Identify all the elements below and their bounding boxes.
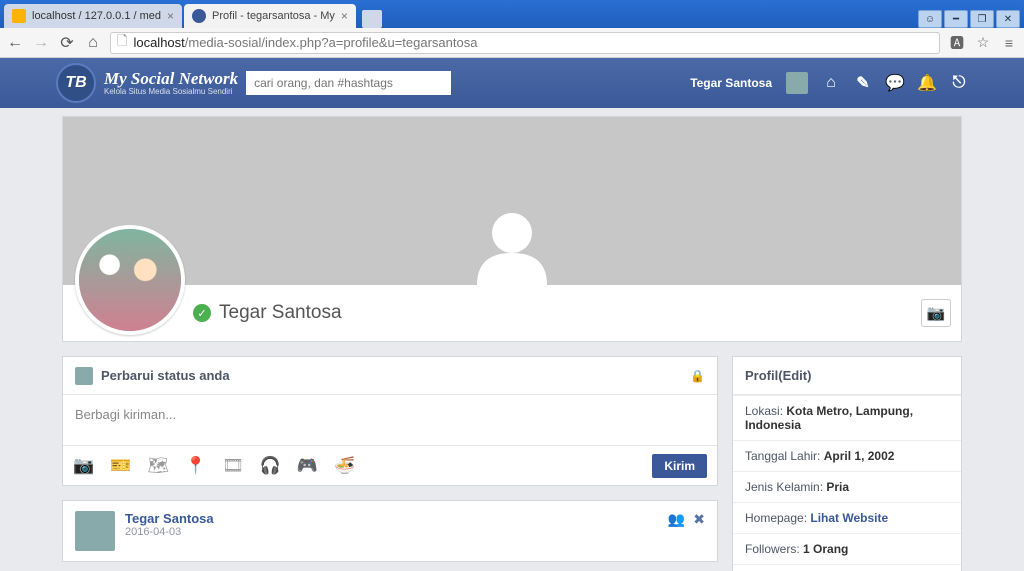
compose-textarea[interactable]: Berbagi kiriman... [63, 395, 717, 445]
change-cover-button[interactable]: 📷 [921, 299, 951, 327]
page: TB My Social Network Kelola Situs Media … [0, 58, 1024, 571]
tab-title: Profil - tegarsantosa - My [212, 10, 335, 22]
info-row-homepage: Homepage: Lihat Website [733, 502, 961, 533]
info-row-facebook: Facebook: Lihat Profil [733, 564, 961, 571]
food-icon[interactable]: 🍜 [334, 456, 355, 476]
compose-avatar [75, 367, 93, 385]
profile-info-card: Profil (Edit) Lokasi: Kota Metro, Lampun… [732, 356, 962, 571]
site-logo[interactable]: TB My Social Network Kelola Situs Media … [56, 63, 238, 103]
ticket-icon[interactable]: 🎫 [110, 456, 131, 476]
info-row-location: Lokasi: Kota Metro, Lampung, Indonesia [733, 395, 961, 440]
post-date: 2016-04-03 [125, 526, 214, 538]
post-author[interactable]: Tegar Santosa [125, 511, 214, 526]
info-row-gender: Jenis Kelamin: Pria [733, 471, 961, 502]
info-row-followers: Followers: 1 Orang [733, 533, 961, 564]
label: Jenis Kelamin: [745, 480, 826, 494]
home-icon[interactable]: ⌂ [822, 74, 840, 92]
back-button[interactable]: ← [6, 34, 24, 52]
menu-icon[interactable]: ≡ [1000, 34, 1018, 52]
info-row-birthdate: Tanggal Lahir: April 1, 2002 [733, 440, 961, 471]
label: Tanggal Lahir: [745, 449, 824, 463]
map-icon[interactable]: 🗺 [147, 456, 169, 476]
video-icon[interactable]: 🎞 [222, 456, 244, 476]
profile-display-name: Tegar Santosa [219, 302, 342, 324]
privacy-lock-icon[interactable]: 🔒 [690, 369, 705, 383]
photo-icon[interactable]: 📷 [73, 456, 94, 476]
compose-title: Perbarui status anda [101, 368, 230, 383]
address-bar[interactable]: 🗋 localhost/media-sosial/index.php?a=pro… [110, 32, 940, 54]
browser-tab-pma[interactable]: localhost / 127.0.0.1 / med × [4, 4, 182, 28]
messages-icon[interactable]: 💬 [886, 74, 904, 92]
compose-card: Perbarui status anda 🔒 Berbagi kiriman..… [62, 356, 718, 486]
homepage-link[interactable]: Lihat Website [810, 511, 888, 525]
brand-name: My Social Network [104, 70, 238, 87]
value: Pria [826, 480, 849, 494]
logo-icon: TB [56, 63, 96, 103]
browser-toolbar: ← → ⟳ ⌂ 🗋 localhost/media-sosial/index.p… [0, 28, 1024, 58]
user-icon[interactable]: ☺ [918, 10, 942, 28]
camera-icon: 📷 [927, 304, 946, 322]
new-tab-button[interactable] [362, 10, 382, 28]
logout-icon[interactable]: ⎋ [950, 74, 968, 92]
cover-photo[interactable] [63, 117, 961, 285]
brand-sub: Kelola Situs Media Sosialmu Sendiri [104, 87, 238, 96]
search-input[interactable] [246, 71, 451, 95]
label: Followers: [745, 542, 803, 556]
post-avatar[interactable] [75, 511, 115, 551]
location-pin-icon[interactable]: 📍 [185, 456, 206, 476]
browser-tab-active[interactable]: Profil - tegarsantosa - My × [184, 4, 356, 28]
music-icon[interactable]: 🎧 [260, 456, 281, 476]
browser-tabstrip: localhost / 127.0.0.1 / med × Profil - t… [0, 0, 1024, 28]
favicon-msn [192, 9, 206, 23]
send-button[interactable]: Kirim [652, 454, 707, 478]
bookmark-icon[interactable]: ☆ [974, 34, 992, 52]
url-host: localhost [133, 35, 184, 50]
topbar-avatar[interactable] [786, 72, 808, 94]
delete-post-icon[interactable]: ✖ [693, 511, 705, 528]
tab-title: localhost / 127.0.0.1 / med [32, 10, 161, 22]
window-close-button[interactable]: ✕ [996, 10, 1020, 28]
window-maximize-button[interactable]: ❐ [970, 10, 994, 28]
tab-close-icon[interactable]: × [167, 9, 174, 23]
game-icon[interactable]: 🎮 [297, 456, 318, 476]
tab-close-icon[interactable]: × [341, 9, 348, 23]
default-avatar-silhouette [462, 205, 562, 285]
sidebar-title: Profil [745, 368, 778, 383]
share-icon[interactable]: 👥 [668, 511, 685, 528]
profile-picture[interactable] [75, 225, 185, 335]
verified-badge-icon: ✓ [193, 304, 211, 322]
value: April 1, 2002 [824, 449, 895, 463]
site-topbar: TB My Social Network Kelola Situs Media … [0, 58, 1024, 108]
url-path: /media-sosial/index.php?a=profile&u=tega… [185, 35, 478, 50]
topbar-username[interactable]: Tegar Santosa [690, 76, 772, 90]
forward-button[interactable]: → [32, 34, 50, 52]
post-card: Tegar Santosa 2016-04-03 👥 ✖ [62, 500, 718, 562]
profile-header-card: ✓ Tegar Santosa 📷 [62, 116, 962, 342]
label: Homepage: [745, 511, 810, 525]
favicon-pma [12, 9, 26, 23]
label: Lokasi: [745, 404, 786, 418]
home-button[interactable]: ⌂ [84, 34, 102, 52]
value: 1 Orang [803, 542, 848, 556]
edit-icon[interactable]: ✎ [854, 74, 872, 92]
window-minimize-button[interactable]: ━ [944, 10, 968, 28]
edit-profile-link[interactable]: (Edit) [778, 368, 811, 383]
reload-button[interactable]: ⟳ [58, 34, 76, 52]
notifications-icon[interactable]: 🔔 [918, 74, 936, 92]
translate-icon[interactable]: 🅰 [948, 34, 966, 52]
